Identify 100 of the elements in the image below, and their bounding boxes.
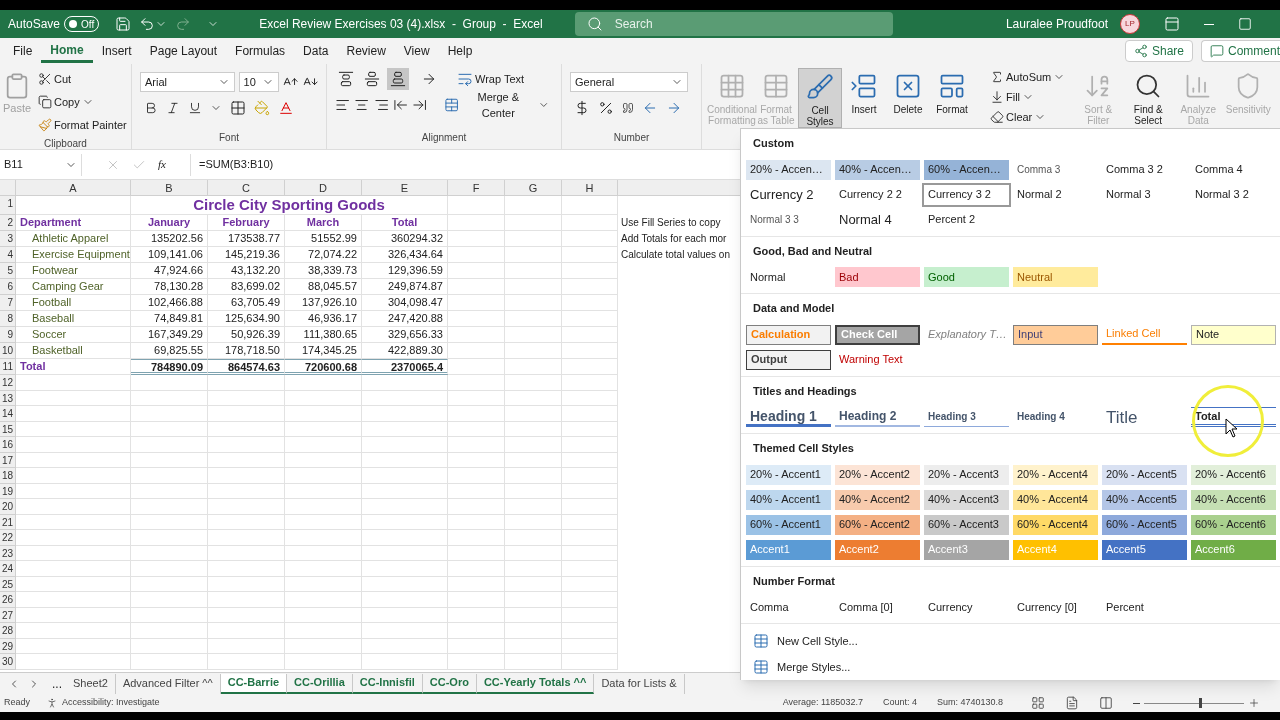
row-header[interactable]: 18	[0, 468, 16, 484]
cell-style-option[interactable]: 40% - Accent6	[1191, 489, 1276, 510]
cell-style-option[interactable]: 60% - Accen…	[924, 159, 1009, 180]
cell-style-option[interactable]: Percent	[1102, 597, 1187, 617]
ribbon-button[interactable]: Cell Styles	[798, 68, 842, 128]
editing-button[interactable]: Fill	[986, 88, 1070, 106]
column-header[interactable]: E	[362, 180, 448, 195]
row-header[interactable]: 6	[0, 279, 16, 295]
cell-style-option[interactable]: Heading 1	[746, 407, 831, 427]
cell-style-option[interactable]: 60% - Accent6	[1191, 514, 1276, 535]
cell-style-option[interactable]: Percent 2	[924, 209, 1009, 230]
menu-tab[interactable]: Formulas	[226, 39, 295, 63]
row-header[interactable]: 26	[0, 592, 16, 608]
cell-style-option[interactable]: 60% - Accent2	[835, 514, 920, 535]
cell-style-option[interactable]: Normal 3 3	[746, 209, 831, 230]
cell-style-option[interactable]: Title	[1102, 407, 1187, 427]
menu-tab[interactable]: File	[4, 39, 42, 63]
row-header[interactable]: 8	[0, 311, 16, 327]
ribbon-button[interactable]: Insert	[842, 68, 886, 128]
cell-style-option[interactable]: 20% - Accent1	[746, 464, 831, 485]
font-size-field[interactable]: 10	[238, 72, 280, 92]
editing-button[interactable]: Clear	[986, 108, 1070, 126]
sheet-tab[interactable]: Data for Lists &	[594, 673, 685, 694]
cell-style-option[interactable]: Heading 3	[924, 407, 1009, 427]
menu-tab[interactable]: Review	[337, 39, 395, 63]
row-header[interactable]: 4	[0, 247, 16, 263]
minimize-icon[interactable]	[1204, 23, 1214, 25]
cell-style-option[interactable]: Bad	[835, 267, 920, 287]
row-header[interactable]: 12	[0, 375, 16, 391]
zoom-thumb[interactable]	[1199, 698, 1202, 708]
cell-style-option[interactable]: 60% - Accent3	[924, 514, 1009, 535]
editing-button[interactable]: AutoSum	[986, 68, 1070, 86]
vertical-align-button[interactable]	[387, 68, 409, 90]
column-header[interactable]: F	[448, 180, 505, 195]
cell-style-option[interactable]: Comma 3 2	[1102, 159, 1187, 180]
cell-style-option[interactable]: Comma 3	[1013, 159, 1098, 180]
ribbon-button[interactable]: Format	[930, 68, 974, 128]
cell-style-option[interactable]: 60% - Accent5	[1102, 514, 1187, 535]
row-header[interactable]: 30	[0, 654, 16, 670]
cell-style-option[interactable]: Warning Text	[835, 349, 920, 370]
menu-tab[interactable]: Page Layout	[140, 39, 227, 63]
cell-style-option[interactable]: 40% - Accent2	[835, 489, 920, 510]
cell-style-option[interactable]: Heading 4	[1013, 407, 1098, 427]
format-painter-button[interactable]: Format Painter	[34, 114, 131, 136]
column-header[interactable]: D	[285, 180, 362, 195]
cell-style-option[interactable]: Currency	[924, 597, 1009, 617]
accessibility-status[interactable]: Accessibility: Investigate	[62, 696, 160, 710]
row-header[interactable]: 24	[0, 561, 16, 577]
cell-style-option[interactable]: Comma 4	[1191, 159, 1276, 180]
menu-tab[interactable]: Data	[294, 39, 338, 63]
cell-style-option[interactable]: 20% - Accen…	[746, 159, 831, 180]
cell-style-option[interactable]: 40% - Accen…	[835, 159, 920, 180]
row-header[interactable]: 20	[0, 499, 16, 515]
zoom-slider[interactable]	[1144, 698, 1244, 708]
cell-style-option[interactable]: Neutral	[1013, 267, 1098, 287]
more-sheets-button[interactable]: ...	[48, 674, 66, 693]
cell-style-option[interactable]: Explanatory T…	[924, 324, 1009, 345]
cell-style-option[interactable]: Accent5	[1102, 539, 1187, 560]
menu-item[interactable]: Merge Styles...	[749, 658, 1280, 676]
menu-item[interactable]: New Cell Style...	[749, 632, 1280, 650]
column-header[interactable]: A	[16, 180, 131, 195]
column-header[interactable]: B	[131, 180, 208, 195]
row-header[interactable]: 2	[0, 215, 16, 231]
cell-style-option[interactable]: Currency 3 2	[924, 184, 1009, 205]
sheet-tab[interactable]: Advanced Filter ^^	[115, 673, 221, 694]
row-header[interactable]: 28	[0, 623, 16, 639]
cell-style-option[interactable]: 20% - Accent5	[1102, 464, 1187, 485]
cell-style-option[interactable]: Output	[746, 349, 831, 370]
cell-style-option[interactable]: Currency [0]	[1013, 597, 1098, 617]
cell-style-option[interactable]: Good	[924, 267, 1009, 287]
cell-style-option[interactable]: 40% - Accent1	[746, 489, 831, 510]
menu-tab[interactable]: Help	[438, 39, 482, 63]
insert-function-label[interactable]: fx	[158, 156, 166, 173]
user-avatar[interactable]: LP	[1120, 14, 1140, 34]
cell-style-option[interactable]: 40% - Accent5	[1102, 489, 1187, 510]
cell-style-option[interactable]: 20% - Accent2	[835, 464, 920, 485]
cell-style-option[interactable]: Normal 2	[1013, 184, 1098, 205]
row-header[interactable]: 10	[0, 343, 16, 359]
cell-style-option[interactable]: Normal 4	[835, 209, 920, 230]
cell-style-option[interactable]: Normal 3 2	[1191, 184, 1276, 205]
column-header[interactable]: G	[505, 180, 562, 195]
row-header[interactable]: 22	[0, 530, 16, 546]
row-header[interactable]: 1	[0, 196, 16, 215]
cell-style-option[interactable]: Currency 2 2	[835, 184, 920, 205]
row-header[interactable]: 3	[0, 231, 16, 247]
menu-tab[interactable]: View	[394, 39, 439, 63]
menu-tab[interactable]: Insert	[92, 39, 141, 63]
row-header[interactable]: 9	[0, 327, 16, 343]
copy-button[interactable]: Copy	[34, 91, 131, 113]
cut-button[interactable]: Cut	[34, 68, 131, 90]
column-header[interactable]: H	[562, 180, 618, 195]
cell-style-option[interactable]: Normal 3	[1102, 184, 1187, 205]
sheet-tab[interactable]: CC-Barrie	[220, 673, 288, 694]
cell-style-option[interactable]: Comma	[746, 597, 831, 617]
row-header[interactable]: 14	[0, 406, 16, 422]
merge-center-button[interactable]: Merge & Center	[439, 94, 554, 116]
ribbon-button[interactable]: Find & Select	[1123, 68, 1174, 128]
row-header[interactable]: 16	[0, 437, 16, 453]
number-format-field[interactable]: General	[570, 72, 688, 92]
comments-button[interactable]: Comment	[1201, 40, 1280, 62]
